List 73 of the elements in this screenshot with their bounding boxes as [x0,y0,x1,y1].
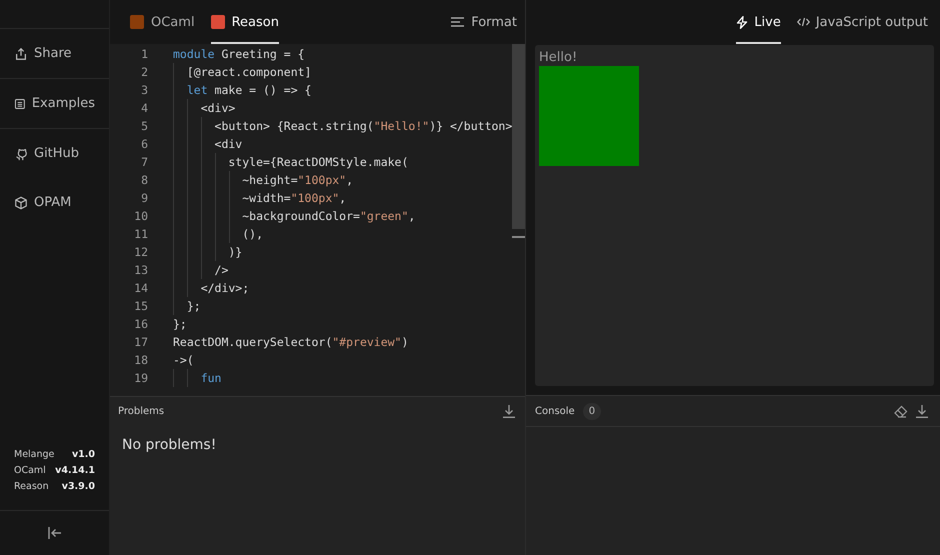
code-line: ~height="100px", [173,171,354,189]
message-count: 0 [582,402,602,420]
line-number: 16 [133,317,148,331]
line-number: 5 [140,119,148,133]
github-icon [14,146,28,160]
line-number: 3 [140,83,148,97]
code-line: )} [173,243,242,261]
version-label: OCaml [14,465,46,476]
line-number: 14 [133,281,148,295]
code-line: fun [173,369,222,387]
code-line: }; [173,316,187,333]
download-button[interactable] [916,404,928,418]
language-tab[interactable]: OCaml [130,0,195,44]
line-number: 6 [140,137,148,151]
hello-button[interactable]: Hello! [539,50,578,65]
line-number: 17 [133,335,148,349]
code-line: ->( [173,352,194,369]
code-line: style={ReactDOMStyle.make( [173,153,408,171]
line-number: 11 [133,227,148,241]
panel-title: Problems [118,406,164,416]
clear-button[interactable] [894,404,908,418]
share-icon [14,46,28,60]
code-line: <div [173,135,242,153]
version-number: v1.0 [72,449,95,460]
code-line: <button> {React.string("Hello!")} </button> [173,117,512,135]
line-number: 15 [133,299,148,313]
format-button[interactable]: Format [451,14,517,30]
sidebar-item[interactable]: OPAM [0,189,109,216]
line-number: 2 [140,65,148,79]
code-line: /> [173,261,228,279]
sidebar-item[interactable]: Examples [0,90,109,117]
list-icon [14,96,26,110]
version-label: Melange [14,449,54,460]
version-number: v3.9.0 [62,481,95,492]
scrollbar[interactable] [512,44,525,229]
code-editor[interactable] [110,44,525,396]
align-left-icon [451,17,464,27]
code-line: (), [173,225,264,243]
line-number: 7 [140,155,148,169]
problems-message: No problems! [121,436,218,455]
panel-title: Console [535,406,575,416]
code-line: [@react.component] [173,63,312,81]
line-number: 13 [133,263,148,277]
code-icon [796,17,810,27]
download-button[interactable] [503,404,515,418]
eraser-icon [894,404,908,418]
download-icon [503,404,515,418]
code-line: module Greeting = { [173,46,305,63]
collapse-icon [46,526,62,540]
version-number: v4.14.1 [55,465,95,476]
line-number: 10 [133,209,148,223]
code-line: </div>; [173,279,250,297]
line-number: 4 [140,101,148,115]
line-number: 18 [133,353,148,367]
code-line: }; [173,297,201,315]
sidebar-item[interactable]: Share [0,40,109,67]
code-line: let make = () => { [173,81,312,99]
download-icon [916,404,928,418]
collapse-sidebar-button[interactable] [46,526,62,540]
output-tab[interactable]: JavaScript output [796,0,928,44]
version-label: Reason [14,481,49,492]
code-line: ~width="100px", [173,189,346,207]
line-number: 8 [140,173,148,187]
sidebar-item[interactable]: GitHub [0,140,109,167]
lightning-icon [736,16,748,28]
line-number: 1 [140,47,148,61]
line-number: 9 [140,191,148,205]
code-line: ReactDOM.querySelector("#preview") [173,334,408,351]
line-number: 19 [133,371,148,385]
code-line: <div> [173,99,236,117]
code-line: ~backgroundColor="green", [173,207,416,225]
cube-icon [14,196,28,210]
line-number: 12 [133,245,148,259]
